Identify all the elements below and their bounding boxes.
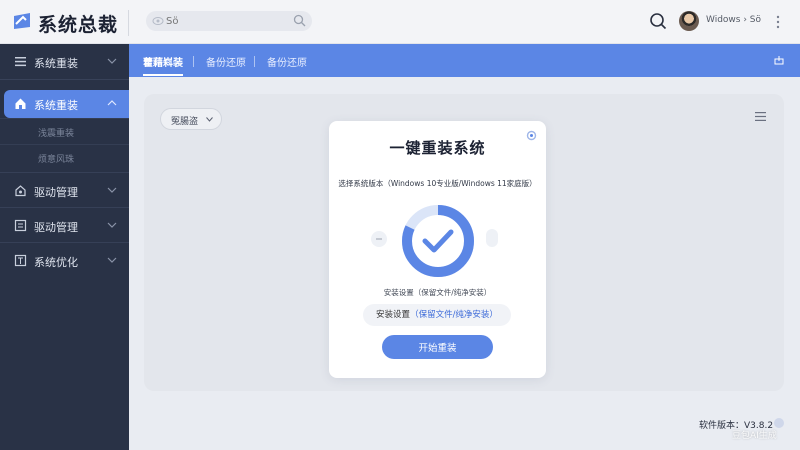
book-icon: [14, 219, 27, 232]
sidebar-top-label: 系统重装: [34, 57, 78, 70]
install-settings-label: 安装设置: [376, 310, 411, 320]
chevron-down-icon: [107, 222, 117, 228]
sidebar-subitem-label: 浅震重装: [38, 129, 75, 139]
card-title: 一键重装系统: [389, 139, 486, 157]
version-select-label: 选择系统版本（Windows 10专业版/Windows 11家庭版）: [338, 179, 537, 188]
chevron-down-icon: [107, 58, 117, 64]
tab-divider: [254, 56, 255, 67]
sidebar-divider: [0, 207, 129, 208]
sidebar-top-item[interactable]: 系统重装: [0, 48, 129, 76]
search-icon[interactable]: [293, 14, 306, 27]
app-title: 系统总裁: [38, 14, 119, 36]
sidebar-item-system-reinstall[interactable]: 系统重装: [4, 90, 129, 118]
search-input[interactable]: [166, 13, 286, 29]
chevron-down-icon: [107, 187, 117, 193]
global-search-icon[interactable]: [649, 12, 667, 30]
sidebar-item-label: 驱动管理: [34, 186, 78, 199]
tab-reinstall[interactable]: 藿藉嵙装: [143, 54, 183, 69]
sidebar: 系统重装 系统重装 浅震重装 烦意风珠 驱动管理 驱动管理 系统优化: [0, 44, 129, 450]
reinstall-card: 一键重装系统 选择系统版本（Windows 10专业版/Windows 11家庭…: [329, 121, 546, 378]
active-tab-indicator: [143, 74, 183, 76]
sidebar-subitem-1[interactable]: 浅震重装: [0, 118, 129, 144]
chevron-down-icon: [206, 117, 213, 122]
check-icon: [422, 229, 454, 253]
sidebar-subitem-label: 烦意风珠: [38, 155, 75, 165]
start-reinstall-button[interactable]: 开始重装: [382, 335, 493, 359]
sidebar-item-system-optimize[interactable]: 系统优化: [0, 247, 129, 275]
version-dropdown[interactable]: 冤腸盗: [160, 108, 222, 130]
user-avatar[interactable]: [679, 11, 699, 31]
header-divider: [128, 10, 129, 36]
sidebar-divider: [0, 242, 129, 243]
more-vertical-icon[interactable]: [775, 14, 781, 30]
tab-backup-restore[interactable]: 备份还原: [206, 54, 246, 69]
chevron-down-icon: [107, 257, 117, 263]
sidebar-item-driver-management-2[interactable]: 驱动管理: [0, 212, 129, 240]
dropdown-label: 冤腸盗: [171, 117, 199, 127]
tab-divider: [193, 56, 194, 67]
minus-icon: [376, 238, 382, 240]
chevron-up-icon: [107, 100, 117, 106]
sidebar-header[interactable]: 系统重装: [0, 44, 129, 80]
eye-icon: [152, 17, 164, 25]
gear-icon: [15, 185, 26, 197]
menu-lines-icon: [15, 57, 26, 67]
watermark: 豆包AI生成: [732, 431, 777, 441]
install-settings-selector[interactable]: 安装设置（保留文件/纯净安装）: [363, 304, 511, 326]
user-name[interactable]: Widows › Sö: [706, 15, 761, 25]
sidebar-item-driver-management[interactable]: 驱动管理: [0, 177, 129, 205]
window-icon: [14, 254, 27, 267]
tab-bar: 藿藉嵙装 备份还原 备份还原: [129, 44, 800, 77]
next-arrow[interactable]: [486, 229, 498, 247]
sidebar-item-label: 驱动管理: [34, 221, 78, 234]
sidebar-subitem-2[interactable]: 烦意风珠: [0, 144, 129, 170]
sidebar-item-label: 系统重装: [34, 99, 78, 112]
install-settings-value: （保留文件/纯净安装）: [410, 310, 498, 320]
tab-backup-restore-2[interactable]: 备份还原: [267, 54, 307, 69]
watermark-dot: [774, 418, 784, 428]
search-box[interactable]: [146, 11, 312, 31]
hamburger-menu-icon[interactable]: [755, 112, 766, 121]
logo-icon: [14, 13, 30, 29]
install-settings-hint: 安装设置（保留文件/纯净安装）: [383, 288, 492, 297]
sidebar-item-label: 系统优化: [34, 256, 78, 269]
progress-ring: [402, 205, 474, 277]
home-icon: [15, 98, 26, 109]
sidebar-divider: [0, 172, 129, 173]
previous-arrow[interactable]: [371, 231, 387, 247]
app-header: 系统总裁 Widows › Sö: [0, 0, 800, 44]
export-icon[interactable]: [774, 55, 784, 65]
